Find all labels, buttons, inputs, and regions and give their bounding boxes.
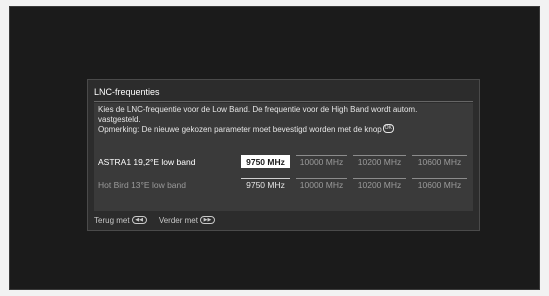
settings-panel: Kies de LNC-frequentie voor de Low Band.… xyxy=(94,103,473,211)
dialog-title: LNC-frequenties xyxy=(94,87,160,97)
forward-button-icon: ▶▶ xyxy=(199,215,215,224)
rewind-button-icon: ◀◀ xyxy=(131,215,147,224)
option-9750[interactable]: 9750 MHz xyxy=(241,155,290,168)
note-text: Opmerking: De nieuwe gekozen parameter m… xyxy=(98,125,382,134)
lnc-row-astra[interactable]: ASTRA1 19,2°E low band 9750 MHz 10000 MH… xyxy=(98,155,470,169)
option-9750[interactable]: 9750 MHz xyxy=(241,178,290,191)
row-label: Hot Bird 13°E low band xyxy=(98,180,186,190)
lnc-frequency-dialog: LNC-frequenties Kies de LNC-frequentie v… xyxy=(87,79,480,231)
title-divider xyxy=(94,101,473,102)
tv-screen: LNC-frequenties Kies de LNC-frequentie v… xyxy=(9,6,540,290)
option-10200[interactable]: 10200 MHz xyxy=(353,155,406,168)
back-hint[interactable]: Terug met ◀◀ xyxy=(94,215,147,226)
next-hint[interactable]: Verder met ▶▶ xyxy=(158,215,215,226)
info-text: Kies de LNC-frequentie voor de Low Band.… xyxy=(98,105,468,135)
info-line-2: vastgesteld. xyxy=(98,115,141,124)
option-10200[interactable]: 10200 MHz xyxy=(353,178,406,191)
back-label: Terug met xyxy=(94,216,130,225)
option-10000[interactable]: 10000 MHz xyxy=(296,178,347,191)
lnc-row-hotbird[interactable]: Hot Bird 13°E low band 9750 MHz 10000 MH… xyxy=(98,178,470,192)
option-10000[interactable]: 10000 MHz xyxy=(296,155,347,168)
dialog-footer: Terug met ◀◀ Verder met ▶▶ xyxy=(94,215,225,226)
info-line-1: Kies de LNC-frequentie voor de Low Band.… xyxy=(98,105,418,114)
ok-button-icon: OK xyxy=(382,124,394,134)
row-label: ASTRA1 19,2°E low band xyxy=(98,157,196,167)
option-10600[interactable]: 10600 MHz xyxy=(412,155,467,168)
info-line-3: Opmerking: De nieuwe gekozen parameter m… xyxy=(98,124,468,135)
option-10600[interactable]: 10600 MHz xyxy=(412,178,467,191)
next-label: Verder met xyxy=(158,216,198,225)
